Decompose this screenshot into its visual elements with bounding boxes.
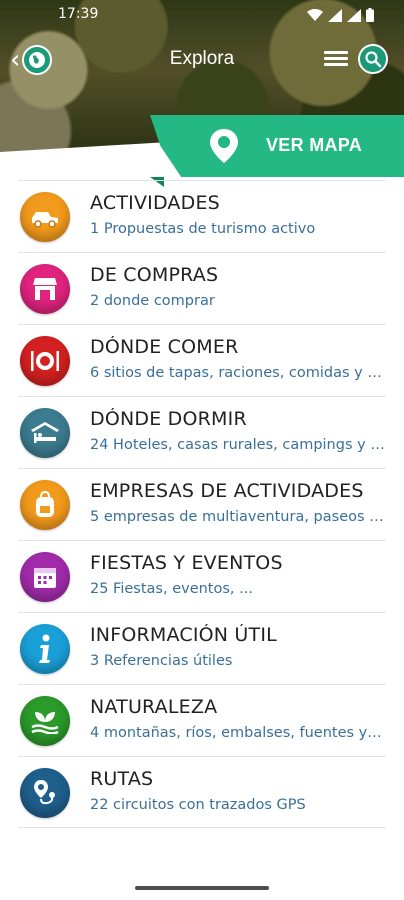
status-time: 17:39 — [58, 6, 99, 22]
category-name: DE COMPRAS — [90, 264, 219, 286]
search-icon — [365, 51, 382, 68]
category-item-fiestas-y-eventos[interactable]: FIESTAS Y EVENTOS 25 Fiestas, eventos, ..… — [18, 540, 386, 612]
jeep-icon — [20, 192, 70, 242]
ver-mapa-button[interactable]: VER MAPA — [150, 115, 404, 177]
map-pin-icon — [208, 128, 240, 168]
category-name: RUTAS — [90, 768, 154, 790]
category-description: 1 Propuestas de turismo activo — [90, 221, 316, 237]
category-description: 22 circuitos con trazados GPS — [90, 797, 306, 813]
route-icon — [20, 768, 70, 818]
category-name: EMPRESAS DE ACTIVIDADES — [90, 480, 364, 502]
category-item-rutas[interactable]: RUTAS 22 circuitos con trazados GPS — [18, 756, 386, 828]
info-icon — [20, 624, 70, 674]
category-description: 25 Fiestas, eventos, ... — [90, 581, 253, 597]
wifi-icon — [307, 7, 323, 26]
signal-icon-2 — [347, 7, 361, 26]
category-description: 24 Hoteles, casas rurales, campings y al… — [90, 437, 386, 453]
app-toolbar: ‹ Explora — [0, 38, 404, 82]
category-name: DÓNDE DORMIR — [90, 408, 247, 430]
category-item-donde-comer[interactable]: DÓNDE COMER 6 sitios de tapas, raciones, … — [18, 324, 386, 396]
hamburger-icon — [324, 51, 348, 54]
category-name: DÓNDE COMER — [90, 336, 239, 358]
search-button[interactable] — [358, 44, 388, 74]
shop-icon — [20, 264, 70, 314]
signal-icon — [328, 7, 342, 26]
category-item-de-compras[interactable]: DE COMPRAS 2 donde comprar — [18, 252, 386, 324]
ver-mapa-label: VER MAPA — [266, 135, 363, 155]
category-item-donde-dormir[interactable]: DÓNDE DORMIR 24 Hoteles, casas rurales, c… — [18, 396, 386, 468]
bed-icon — [20, 408, 70, 458]
status-icons — [307, 7, 374, 26]
category-name: ACTIVIDADES — [90, 192, 220, 214]
category-item-informacion-util[interactable]: INFORMACIÓN ÚTIL 3 Referencias útiles — [18, 612, 386, 684]
category-name: FIESTAS Y EVENTOS — [90, 552, 283, 574]
category-description: 4 montañas, ríos, embalses, fuentes y má… — [90, 725, 386, 741]
category-list: ACTIVIDADES 1 Propuestas de turismo activ… — [18, 180, 386, 828]
leaf-water-icon — [20, 696, 70, 746]
category-description: 3 Referencias útiles — [90, 653, 233, 669]
category-item-naturaleza[interactable]: NATURALEZA 4 montañas, ríos, embalses, fu… — [18, 684, 386, 756]
category-description: 6 sitios de tapas, raciones, comidas y c… — [90, 365, 386, 381]
category-item-actividades[interactable]: ACTIVIDADES 1 Propuestas de turismo activ… — [18, 180, 386, 252]
battery-icon — [366, 7, 374, 26]
category-name: NATURALEZA — [90, 696, 218, 718]
plate-cutlery-icon — [20, 336, 70, 386]
category-description: 5 empresas de multiaventura, paseos y má… — [90, 509, 386, 525]
home-indicator[interactable] — [135, 886, 269, 890]
menu-button[interactable] — [324, 48, 348, 70]
category-description: 2 donde comprar — [90, 293, 215, 309]
category-item-empresas-de-actividades[interactable]: EMPRESAS DE ACTIVIDADES 5 empresas de mul… — [18, 468, 386, 540]
calendar-icon — [20, 552, 70, 602]
status-bar: 17:39 — [0, 0, 404, 28]
backpack-icon — [20, 480, 70, 530]
category-name: INFORMACIÓN ÚTIL — [90, 624, 277, 646]
